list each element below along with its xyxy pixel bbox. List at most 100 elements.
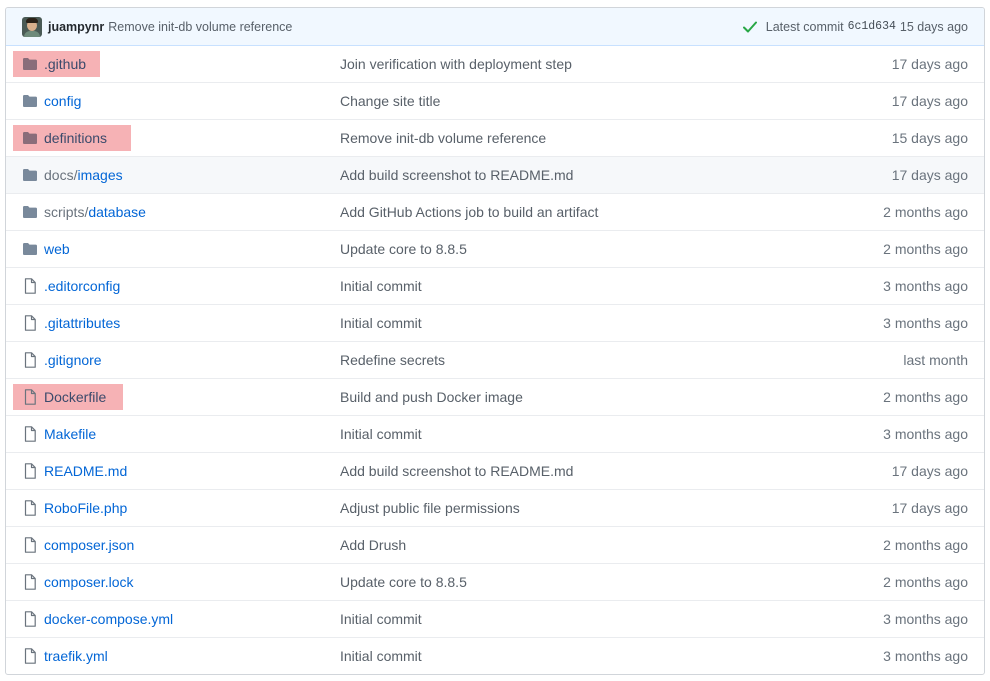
commit-message-link[interactable]: Update core to 8.8.5 [340,574,828,590]
file-icon [22,648,38,664]
file-name[interactable]: docker-compose.yml [44,611,173,627]
commit-age: 2 months ago [883,574,968,590]
table-row[interactable]: Dockerfile Build and push Docker image 2 m… [6,378,984,415]
file-name-link-robofile-php[interactable]: RoboFile.php [44,500,340,516]
file-name[interactable]: .editorconfig [44,278,120,294]
file-name-link-definitions[interactable]: definitions [44,130,340,146]
commit-message-link[interactable]: Redefine secrets [340,352,828,368]
file-icon [22,463,38,479]
table-row[interactable]: .editorconfig Initial commit 3 months ago [6,267,984,304]
file-name-link-scripts-database[interactable]: scripts/database [44,204,340,220]
commit-message-link[interactable]: Initial commit [340,611,828,627]
table-row[interactable]: .gitattributes Initial commit 3 months ago [6,304,984,341]
file-name-link-traefik-yml[interactable]: traefik.yml [44,648,340,664]
file-name[interactable]: .gitattributes [44,315,120,331]
commit-age: 17 days ago [891,500,968,516]
file-name[interactable]: Makefile [44,426,96,442]
commit-age: 2 months ago [883,389,968,405]
folder-icon [22,168,38,182]
commit-age: last month [903,352,968,368]
file-name[interactable]: composer.json [44,537,134,553]
table-row[interactable]: web Update core to 8.8.5 2 months ago [6,230,984,267]
commit-message-link[interactable]: Change site title [340,93,828,109]
file-name-link-makefile[interactable]: Makefile [44,426,340,442]
file-icon [22,389,38,405]
commit-message-link[interactable]: Remove init-db volume reference [340,130,828,146]
file-name[interactable]: config [44,93,81,109]
file-name-link-dockerfile[interactable]: Dockerfile [44,389,340,405]
file-icon [22,426,38,442]
file-name[interactable]: RoboFile.php [44,500,127,516]
file-name[interactable]: database [88,204,146,220]
table-row[interactable]: traefik.yml Initial commit 3 months ago [6,637,984,674]
commit-message-link[interactable]: Add GitHub Actions job to build an artif… [340,204,828,220]
commit-message-link[interactable]: Add Drush [340,537,828,553]
commit-message-link[interactable]: Initial commit [340,648,828,664]
path-prefix[interactable]: docs/ [44,167,77,183]
file-name[interactable]: definitions [44,130,107,146]
file-name-link-editorconfig[interactable]: .editorconfig [44,278,340,294]
commit-age: 3 months ago [883,648,968,664]
table-row[interactable]: docs/images Add build screenshot to READM… [6,156,984,193]
file-name-link-gitattributes[interactable]: .gitattributes [44,315,340,331]
file-icon [22,537,38,553]
file-name-link-composer-json[interactable]: composer.json [44,537,340,553]
table-row[interactable]: docker-compose.yml Initial commit 3 months… [6,600,984,637]
commit-message-link[interactable]: Join verification with deployment step [340,56,828,72]
commit-message-link[interactable]: Initial commit [340,278,828,294]
avatar[interactable] [22,16,42,37]
table-row[interactable]: config Change site title 17 days ago [6,82,984,119]
file-icon [22,574,38,590]
commit-age: 15 days ago [891,130,968,146]
file-name-link-web[interactable]: web [44,241,340,257]
file-name[interactable]: Dockerfile [44,389,106,405]
commit-message-link[interactable]: Adjust public file permissions [340,500,828,516]
commit-age: 3 months ago [883,315,968,331]
folder-icon [22,242,38,256]
file-name-link-readme-md[interactable]: README.md [44,463,340,479]
file-name-link-docker-compose-yml[interactable]: docker-compose.yml [44,611,340,627]
commit-sha-link[interactable]: 6c1d634 [848,20,896,33]
file-name-link-github[interactable]: .github [44,56,340,72]
commit-message-link[interactable]: Update core to 8.8.5 [340,241,828,257]
file-icon [22,500,38,516]
file-name[interactable]: .github [44,56,86,72]
commit-age: 2 months ago [883,241,968,257]
file-name[interactable]: composer.lock [44,574,133,590]
commit-author-link[interactable]: juampynr [48,20,104,34]
table-row[interactable]: RoboFile.php Adjust public file permissio… [6,489,984,526]
table-row[interactable]: definitions Remove init-db volume referen… [6,119,984,156]
file-name[interactable]: traefik.yml [44,648,108,664]
file-name[interactable]: web [44,241,70,257]
folder-icon [22,131,38,145]
table-row[interactable]: composer.lock Update core to 8.8.5 2 month… [6,563,984,600]
file-name[interactable]: README.md [44,463,127,479]
commit-message-link[interactable]: Build and push Docker image [340,389,828,405]
commit-age: 17 days ago [891,93,968,109]
commit-message-link[interactable]: Add build screenshot to README.md [340,463,828,479]
file-name-link-gitignore[interactable]: .gitignore [44,352,340,368]
commit-message-link[interactable]: Initial commit [340,426,828,442]
file-list: .github Join verification with deployment… [6,46,984,674]
file-icon [22,315,38,331]
table-row[interactable]: .github Join verification with deployment… [6,46,984,82]
table-row[interactable]: composer.json Add Drush 2 months ago [6,526,984,563]
file-browser: juampynr Remove init-db volume reference… [5,7,985,675]
commit-message-link[interactable]: Initial commit [340,315,828,331]
file-name-link-docs-images[interactable]: docs/images [44,167,340,183]
file-name[interactable]: .gitignore [44,352,102,368]
file-name-link-config[interactable]: config [44,93,340,109]
table-row[interactable]: Makefile Initial commit 3 months ago [6,415,984,452]
table-row[interactable]: scripts/database Add GitHub Actions job t… [6,193,984,230]
check-icon[interactable] [742,19,758,35]
commit-message-link[interactable]: Add build screenshot to README.md [340,167,828,183]
file-name-link-composer-lock[interactable]: composer.lock [44,574,340,590]
file-name[interactable]: images [77,167,122,183]
file-icon [22,352,38,368]
table-row[interactable]: README.md Add build screenshot to README.… [6,452,984,489]
path-prefix[interactable]: scripts/ [44,204,88,220]
commit-message-link[interactable]: Remove init-db volume reference [108,20,292,34]
folder-icon [22,94,38,108]
latest-commit-bar: juampynr Remove init-db volume reference… [6,8,984,46]
table-row[interactable]: .gitignore Redefine secrets last month [6,341,984,378]
